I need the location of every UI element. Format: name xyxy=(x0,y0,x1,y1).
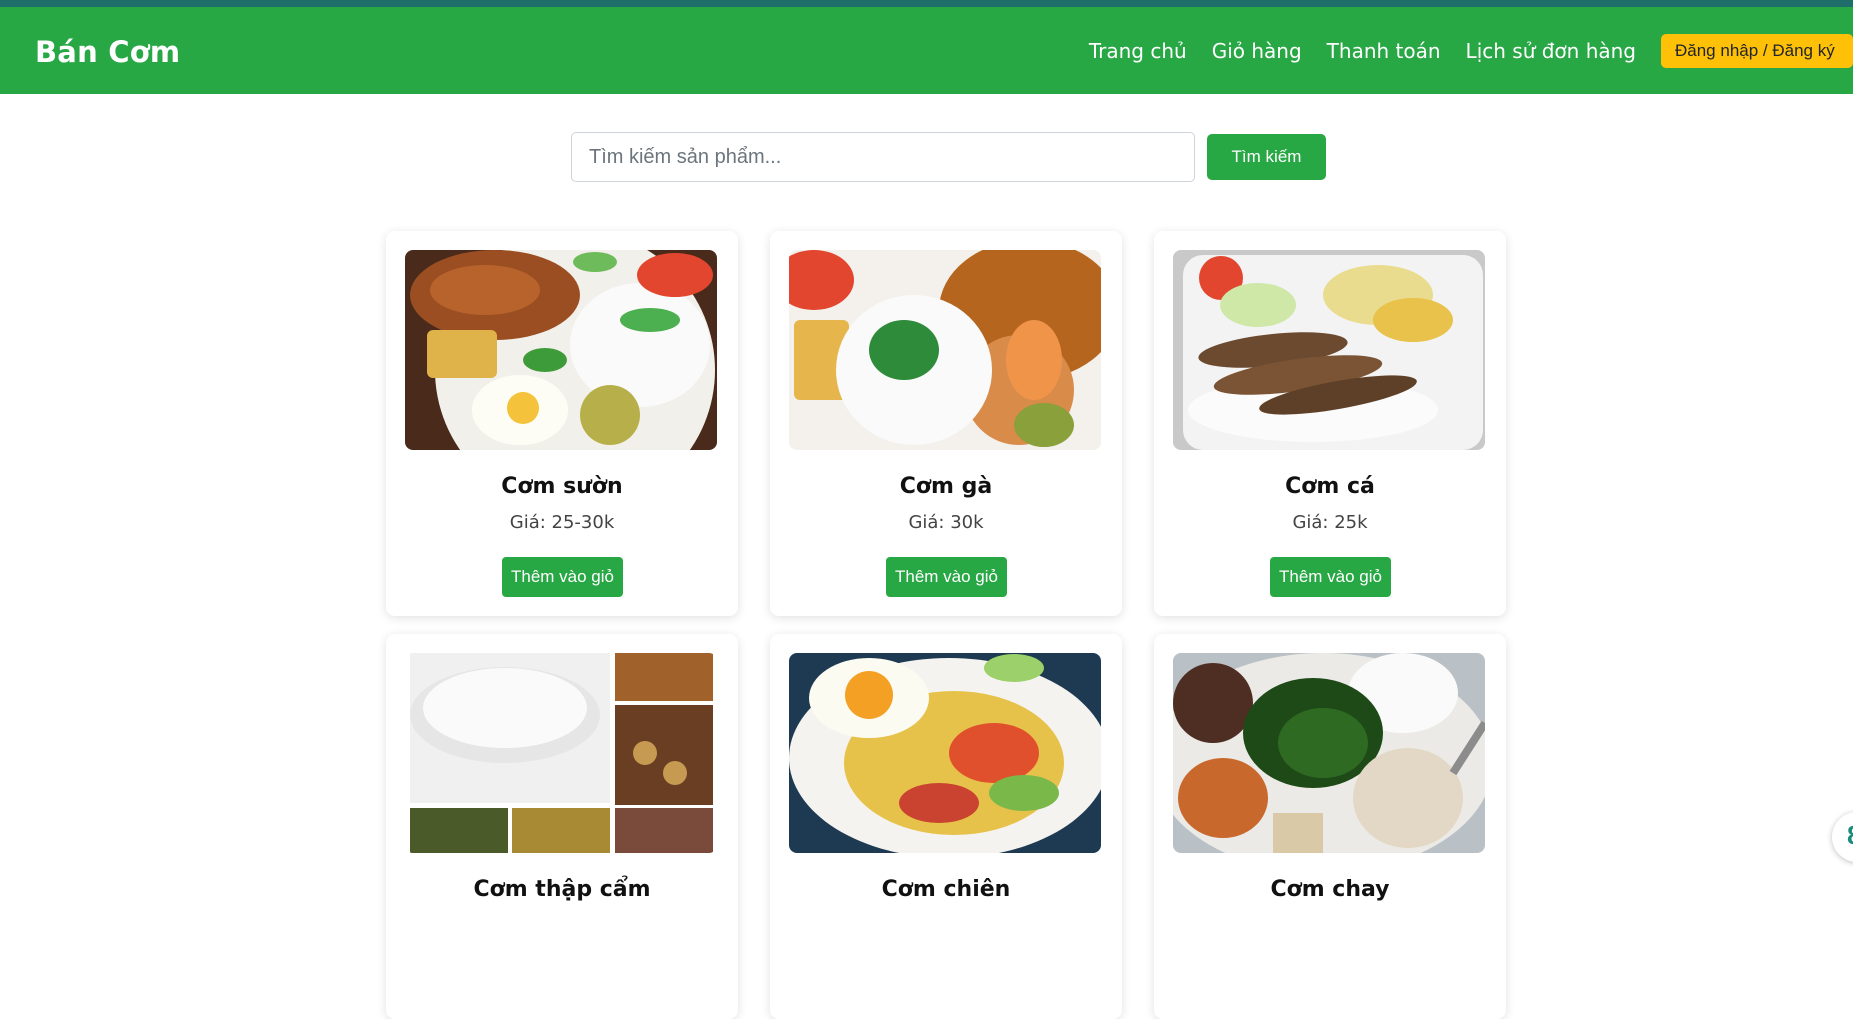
login-register-button[interactable]: Đăng nhập / Đăng ký xyxy=(1661,33,1853,68)
nav-home[interactable]: Trang chủ xyxy=(1089,39,1187,63)
search-bar: Tìm kiếm xyxy=(571,132,1326,182)
product-price: Giá: 25k xyxy=(1292,512,1368,533)
product-price: Giá: 30k xyxy=(908,512,984,533)
product-image-com-suon xyxy=(405,250,717,450)
add-to-cart-button[interactable]: Thêm vào giỏ xyxy=(1270,557,1391,597)
chat-widget-button[interactable]: 8 xyxy=(1832,812,1853,862)
product-card: Cơm sườn Giá: 25-30k Thêm vào giỏ xyxy=(386,231,738,616)
product-card: Cơm chiên xyxy=(770,634,1122,1019)
product-name: Cơm chay xyxy=(1270,877,1390,902)
chat-icon: 8 xyxy=(1847,820,1853,851)
product-image-com-thap-cam xyxy=(405,653,717,853)
add-to-cart-button[interactable]: Thêm vào giỏ xyxy=(886,557,1007,597)
navbar: Bán Cơm Trang chủ Giỏ hàng Thanh toán Lị… xyxy=(0,7,1853,94)
main-nav: Trang chủ Giỏ hàng Thanh toán Lịch sử đơ… xyxy=(1089,7,1853,94)
search-button[interactable]: Tìm kiếm xyxy=(1207,134,1326,180)
product-card: Cơm chay xyxy=(1154,634,1506,1019)
product-image-com-chay xyxy=(1173,653,1485,853)
nav-checkout[interactable]: Thanh toán xyxy=(1327,39,1441,63)
top-strip xyxy=(0,0,1853,7)
product-image-com-chien xyxy=(789,653,1101,853)
product-name: Cơm cá xyxy=(1285,474,1375,499)
brand-logo[interactable]: Bán Cơm xyxy=(35,35,180,69)
product-card: Cơm cá Giá: 25k Thêm vào giỏ xyxy=(1154,231,1506,616)
product-name: Cơm gà xyxy=(899,474,993,499)
product-card: Cơm thập cẩm xyxy=(386,634,738,1019)
product-name: Cơm sườn xyxy=(501,474,623,499)
product-card: Cơm gà Giá: 30k Thêm vào giỏ xyxy=(770,231,1122,616)
product-name: Cơm chiên xyxy=(881,877,1011,902)
product-name: Cơm thập cẩm xyxy=(473,877,651,902)
add-to-cart-button[interactable]: Thêm vào giỏ xyxy=(502,557,623,597)
search-input[interactable] xyxy=(571,132,1195,182)
product-image-com-ca xyxy=(1173,250,1485,450)
nav-cart[interactable]: Giỏ hàng xyxy=(1212,39,1302,63)
nav-order-history[interactable]: Lịch sử đơn hàng xyxy=(1466,39,1636,63)
product-image-com-ga xyxy=(789,250,1101,450)
product-price: Giá: 25-30k xyxy=(509,512,615,533)
